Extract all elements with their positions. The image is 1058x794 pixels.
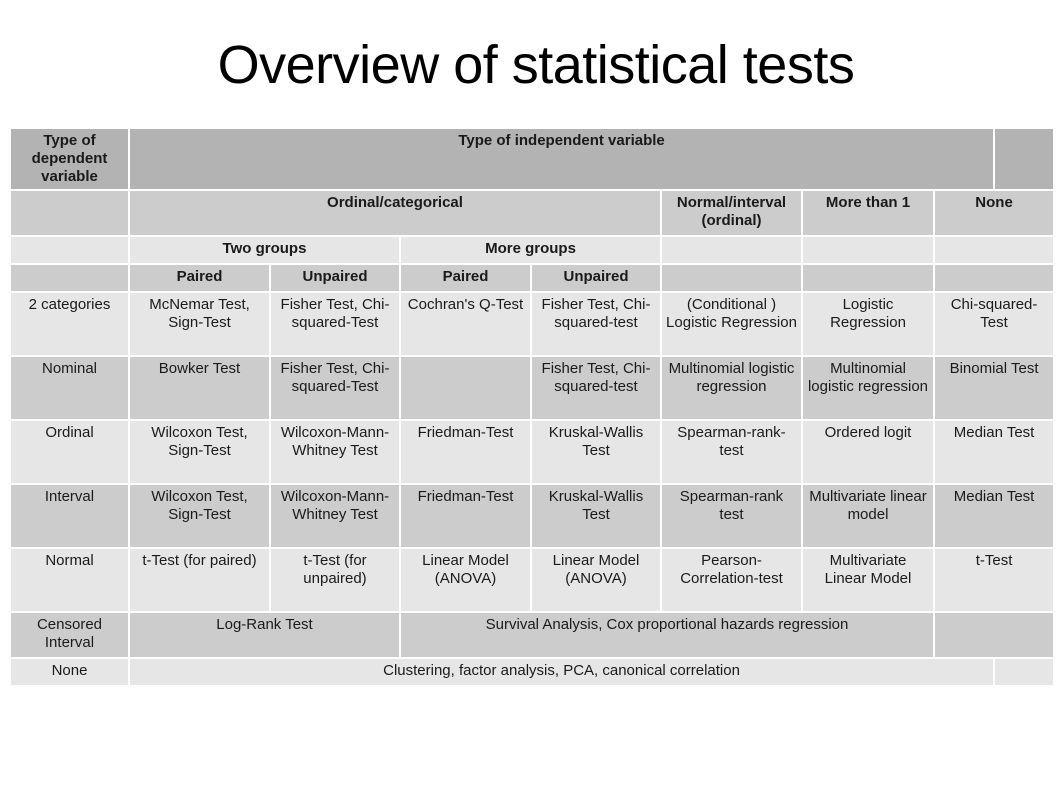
- table-cell: Binomial Test: [932, 355, 1056, 421]
- table-cell: McNemar Test, Sign-Test: [128, 291, 271, 357]
- dependent-variable-header: Type of dependent variable: [9, 127, 130, 191]
- table-row: 2 categories McNemar Test, Sign-Test Fis…: [9, 291, 1056, 357]
- table-cell: Chi-squared-Test: [932, 291, 1056, 357]
- empty-cell: [9, 263, 130, 293]
- empty-cell: [932, 235, 1056, 265]
- paired-header: Paired: [399, 263, 532, 293]
- table-cell: Log-Rank Test: [128, 611, 401, 659]
- table-cell: Multinomial logistic regression: [801, 355, 935, 421]
- table-cell: Spearman-rank test: [660, 483, 803, 549]
- unpaired-header: Unpaired: [269, 263, 401, 293]
- table-cell: [932, 611, 1056, 659]
- unpaired-header: Unpaired: [530, 263, 662, 293]
- empty-cell: [9, 189, 130, 237]
- table-cell: Fisher Test, Chi-squared-Test: [269, 355, 401, 421]
- table-cell: Fisher Test, Chi-squared-Test: [269, 291, 401, 357]
- row-label: 2 categories: [9, 291, 130, 357]
- table-row: Ordinal Wilcoxon Test, Sign-Test Wilcoxo…: [9, 419, 1056, 485]
- empty-cell: [9, 235, 130, 265]
- table-cell: Median Test: [932, 419, 1056, 485]
- table-row: Interval Wilcoxon Test, Sign-Test Wilcox…: [9, 483, 1056, 549]
- row-label: None: [9, 657, 130, 687]
- table-cell: Wilcoxon-Mann-Whitney Test: [269, 483, 401, 549]
- more-groups-header: More groups: [399, 235, 662, 265]
- normal-interval-header: Normal/interval (ordinal): [660, 189, 803, 237]
- table-cell: Wilcoxon-Mann-Whitney Test: [269, 419, 401, 485]
- none-header: None: [932, 189, 1056, 237]
- table-row: Normal t-Test (for paired) t-Test (for u…: [9, 547, 1056, 613]
- table-cell: Clustering, factor analysis, PCA, canoni…: [127, 657, 996, 687]
- slide-title: Overview of statistical tests: [217, 35, 855, 95]
- table-cell: Linear Model (ANOVA): [399, 547, 532, 613]
- table-cell: Wilcoxon Test, Sign-Test: [128, 419, 271, 485]
- ordinal-categorical-header: Ordinal/categorical: [128, 189, 662, 237]
- paired-header: Paired: [128, 263, 271, 293]
- table-cell: Pearson-Correlation-test: [660, 547, 803, 613]
- empty-cell: [801, 235, 935, 265]
- empty-cell: [932, 263, 1056, 293]
- statistical-tests-table: Type of dependent variable Type of indep…: [9, 127, 1056, 687]
- table-cell: Survival Analysis, Cox proportional haza…: [399, 611, 935, 659]
- table-cell: Logistic Regression: [801, 291, 935, 357]
- table-cell: Multinomial logistic regression: [660, 355, 803, 421]
- table-cell: Spearman-rank-test: [660, 419, 803, 485]
- table-cell: Kruskal-Wallis Test: [530, 419, 662, 485]
- empty-cell: [660, 235, 803, 265]
- table-cell: Fisher Test, Chi-squared-test: [530, 291, 662, 357]
- table-cell: Fisher Test, Chi-squared-test: [530, 355, 662, 421]
- table-cell: t-Test (for paired): [128, 547, 271, 613]
- empty-cell: [660, 263, 803, 293]
- table-row: Censored Interval Log-Rank Test Survival…: [9, 611, 1056, 659]
- table-cell: Median Test: [932, 483, 1056, 549]
- row-label: Normal: [9, 547, 130, 613]
- row-label: Nominal: [9, 355, 130, 421]
- table-cell: [399, 355, 532, 421]
- table-cell: Friedman-Test: [399, 419, 532, 485]
- table-cell: Friedman-Test: [399, 483, 532, 549]
- table-cell: Multivariate Linear Model: [801, 547, 935, 613]
- table-row: Nominal Bowker Test Fisher Test, Chi-squ…: [9, 355, 1056, 421]
- table-cell: Kruskal-Wallis Test: [530, 483, 662, 549]
- table-cell: (Conditional ) Logistic Regression: [660, 291, 803, 357]
- row-label: Ordinal: [9, 419, 130, 485]
- table-cell: t-Test: [932, 547, 1056, 613]
- table-cell: Linear Model (ANOVA): [530, 547, 662, 613]
- table-cell: Ordered logit: [801, 419, 935, 485]
- table-row: None Clustering, factor analysis, PCA, c…: [9, 657, 1056, 687]
- two-groups-header: Two groups: [128, 235, 401, 265]
- independent-variable-header: Type of independent variable: [127, 127, 996, 191]
- table-cell: t-Test (for unpaired): [269, 547, 401, 613]
- empty-cell: [801, 263, 935, 293]
- table-cell: Wilcoxon Test, Sign-Test: [128, 483, 271, 549]
- table-cell: Bowker Test: [128, 355, 271, 421]
- more-than-1-header: More than 1: [801, 189, 935, 237]
- table-cell: Multivariate linear model: [801, 483, 935, 549]
- row-label: Interval: [9, 483, 130, 549]
- empty-cell: [993, 127, 1056, 191]
- table-cell: Cochran's Q-Test: [399, 291, 532, 357]
- empty-cell: [993, 657, 1056, 687]
- row-label: Censored Interval: [9, 611, 130, 659]
